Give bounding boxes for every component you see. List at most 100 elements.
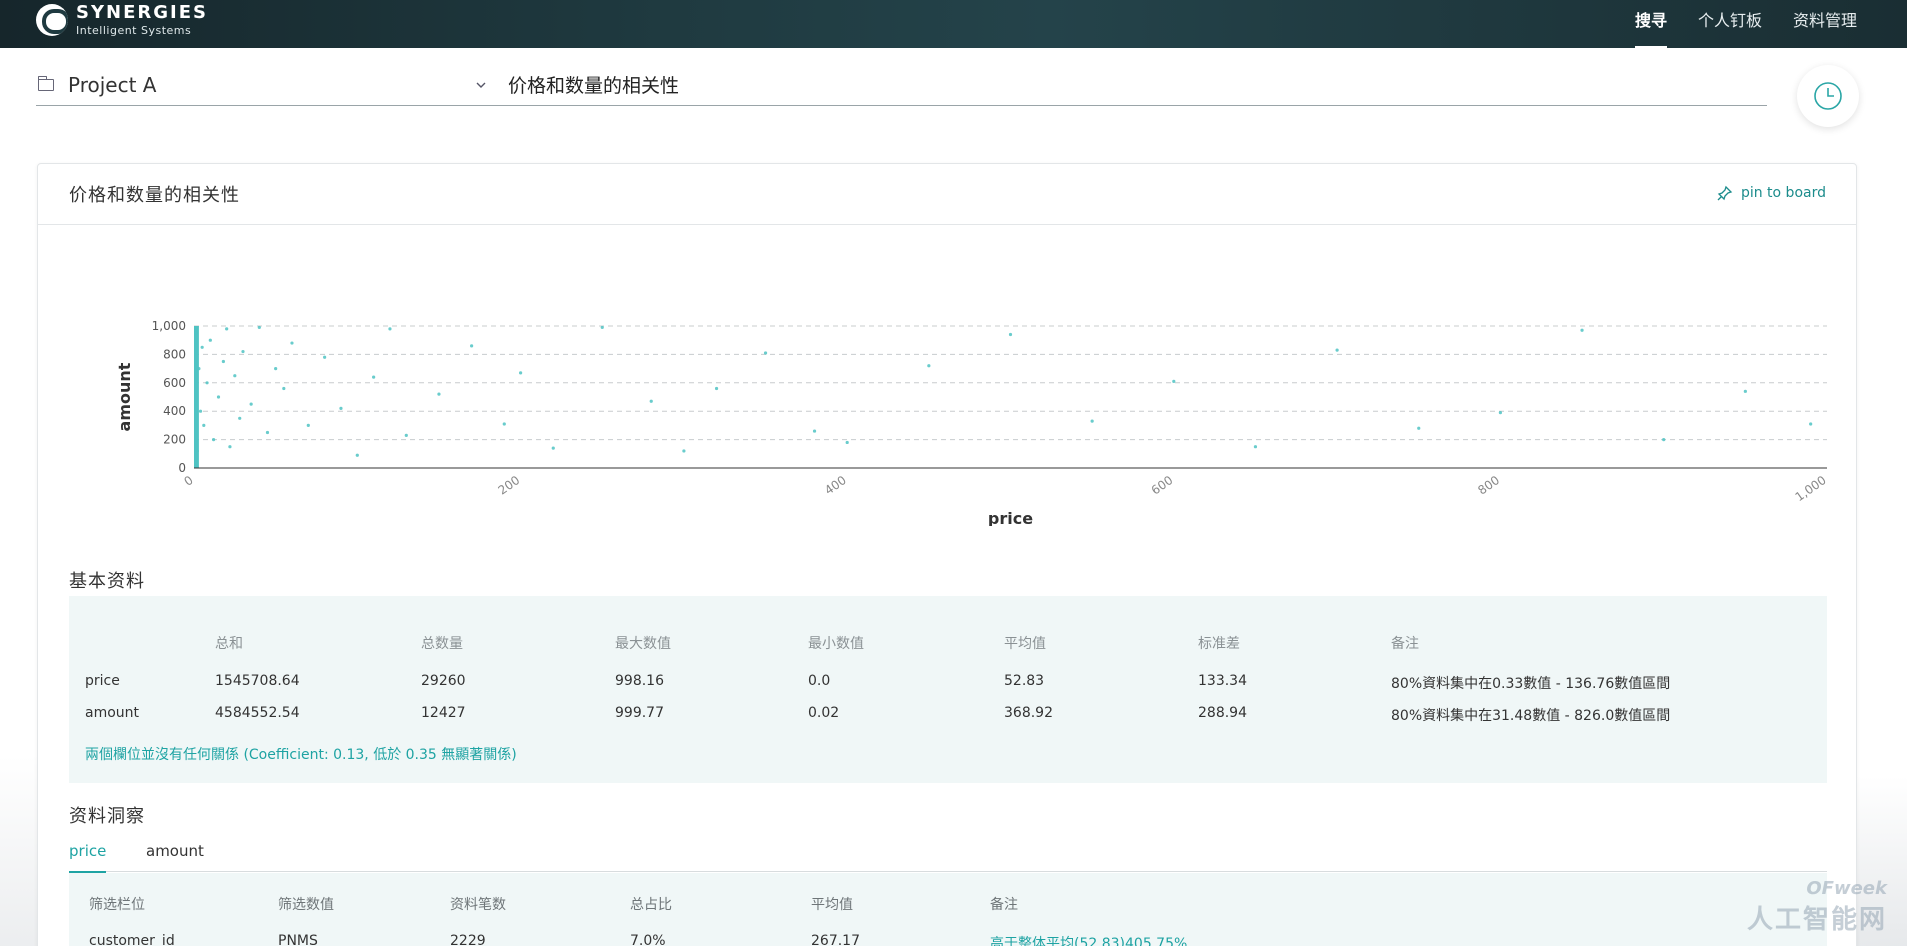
scatter-point bbox=[502, 422, 506, 426]
x-tick-label: 400 bbox=[822, 473, 849, 498]
scatter-point bbox=[1253, 445, 1258, 449]
x-axis-title: price bbox=[988, 509, 1033, 526]
cell-sum: 4584552.54 bbox=[215, 705, 300, 721]
scatter-point bbox=[649, 399, 653, 403]
tab-amount[interactable]: amount bbox=[146, 842, 204, 872]
scatter-point bbox=[1335, 348, 1339, 352]
cell-min: 0.02 bbox=[808, 705, 840, 721]
project-select[interactable]: Project A bbox=[68, 73, 468, 97]
scatter-point bbox=[211, 438, 216, 442]
brand-logo[interactable]: SYNERGIES Intelligent Systems bbox=[36, 4, 208, 36]
nav-menu: 搜寻 个人钉板 资料管理 bbox=[1604, 0, 1857, 48]
insight-header-field: 筛选栏位 bbox=[89, 897, 145, 913]
data-insight-title: 资料洞察 bbox=[69, 806, 145, 827]
stats-header-note: 备注 bbox=[1391, 636, 1419, 652]
cell-sum: 1545708.64 bbox=[215, 673, 300, 689]
insight-cell-note[interactable]: 高于整体平均(52.83)405.75% bbox=[990, 933, 1187, 946]
query-input[interactable]: 价格和数量的相关性 bbox=[508, 71, 679, 98]
scatter-point bbox=[238, 416, 242, 420]
scatter-point bbox=[355, 453, 359, 457]
scatter-point bbox=[600, 325, 604, 330]
scatter-point bbox=[257, 325, 261, 330]
insight-cell-records: 2229 bbox=[450, 933, 486, 946]
cell-count: 29260 bbox=[421, 673, 466, 689]
chevron-down-icon[interactable] bbox=[474, 78, 488, 92]
pin-label: pin to board bbox=[1740, 185, 1826, 201]
y-tick-label: 600 bbox=[163, 376, 186, 390]
stats-header-max: 最大数值 bbox=[615, 636, 671, 652]
scatter-point bbox=[195, 449, 199, 453]
nav-item-search[interactable]: 搜寻 bbox=[1634, 0, 1667, 48]
stats-header-count: 总数量 bbox=[421, 636, 463, 652]
scatter-point bbox=[1498, 411, 1502, 415]
tab-price[interactable]: price bbox=[69, 842, 107, 873]
history-button[interactable] bbox=[1797, 65, 1859, 127]
nav-item-data-management[interactable]: 资料管理 bbox=[1793, 0, 1857, 48]
cell-mean: 52.83 bbox=[1004, 673, 1045, 689]
scatter-point bbox=[202, 423, 206, 427]
scatter-point bbox=[290, 341, 294, 345]
scatter-point bbox=[927, 364, 931, 368]
scatter-point bbox=[388, 327, 392, 331]
scatter-point bbox=[339, 406, 343, 410]
scatter-point bbox=[1008, 332, 1013, 337]
insight-table: 筛选栏位 筛选数值 资料笔数 总占比 平均值 备注 customer_id PN… bbox=[69, 873, 1827, 946]
scatter-point bbox=[551, 446, 555, 450]
correlation-note: 兩個欄位並沒有任何關係 (Coefficient: 0.13, 低於 0.35 … bbox=[85, 747, 517, 763]
stats-header-row: 总和 总数量 最大数值 最小数值 平均值 标准差 备注 bbox=[69, 633, 1827, 653]
basic-stats-table: 总和 总数量 最大数值 最小数值 平均值 标准差 备注 price 154570… bbox=[69, 596, 1827, 783]
scatter-chart: 0 200 400 600 800 1,000 0 200 400 600 800 1,000 pric… bbox=[38, 226, 1858, 528]
table-row: amount 4584552.54 12427 999.77 0.02 368.… bbox=[69, 705, 1827, 725]
pin-icon bbox=[1717, 185, 1733, 201]
insight-cell-field: customer_id bbox=[89, 933, 175, 946]
stats-header-std: 标准差 bbox=[1198, 636, 1240, 652]
scatter-point bbox=[1743, 389, 1747, 393]
scatter-point bbox=[1090, 419, 1094, 423]
insight-cell-mean: 267.17 bbox=[811, 933, 860, 946]
insight-header-records: 资料笔数 bbox=[450, 897, 506, 913]
cell-count: 12427 bbox=[421, 705, 466, 721]
scatter-point bbox=[274, 367, 278, 371]
stats-header-min: 最小数值 bbox=[808, 636, 864, 652]
nav-item-personal-board[interactable]: 个人钉板 bbox=[1698, 0, 1762, 48]
x-tick-label: 800 bbox=[1475, 473, 1502, 498]
scatter-point bbox=[282, 386, 286, 391]
scatter-point bbox=[372, 375, 376, 379]
scatter-point bbox=[205, 381, 209, 385]
y-tick-label: 0 bbox=[178, 461, 186, 475]
watermark: OFweek 人工智能网 bbox=[1747, 878, 1887, 936]
cell-max: 999.77 bbox=[615, 705, 664, 721]
top-navigation: SYNERGIES Intelligent Systems 搜寻 个人钉板 资料… bbox=[0, 0, 1907, 48]
watermark-top: OFweek bbox=[1806, 878, 1887, 899]
scatter-point bbox=[519, 371, 523, 375]
scatter-point bbox=[845, 440, 849, 445]
cell-note: 80%資料集中在31.48數值 - 826.0數值區間 bbox=[1391, 708, 1671, 724]
pin-to-board-button[interactable]: pin to board bbox=[1717, 185, 1826, 201]
y-tick-label: 1,000 bbox=[152, 319, 186, 333]
x-tick-label: 200 bbox=[496, 473, 523, 498]
card-title: 价格和数量的相关性 bbox=[69, 185, 240, 206]
cell-min: 0.0 bbox=[808, 673, 831, 689]
brand-name: SYNERGIES bbox=[76, 2, 208, 23]
row-name: price bbox=[85, 673, 120, 689]
cell-std: 133.34 bbox=[1198, 673, 1247, 689]
stats-header-mean: 平均值 bbox=[1004, 636, 1046, 652]
scatter-point bbox=[1580, 328, 1584, 332]
synergies-logo-icon bbox=[36, 4, 68, 36]
scatter-point bbox=[306, 423, 310, 427]
result-card: 价格和数量的相关性 pin to board 0 200 400 600 800 1,00… bbox=[37, 163, 1857, 946]
insight-tabs: price amount bbox=[69, 836, 1827, 873]
stats-header-sum: 总和 bbox=[215, 636, 243, 652]
scatter-point bbox=[221, 359, 225, 364]
scatter-point bbox=[249, 402, 253, 406]
y-tick-label: 800 bbox=[163, 347, 186, 361]
scatter-point bbox=[241, 349, 245, 354]
scatter-chart-svg: 0 200 400 600 800 1,000 0 200 400 600 800 1,000 pric… bbox=[115, 319, 1829, 528]
scatter-point bbox=[194, 331, 198, 335]
cell-max: 998.16 bbox=[615, 673, 664, 689]
x-tick-label: 0 bbox=[181, 473, 195, 489]
scatter-point bbox=[1662, 438, 1666, 442]
scatter-point bbox=[208, 338, 212, 342]
y-tick-label: 200 bbox=[163, 433, 186, 447]
query-bar: Project A 价格和数量的相关性 bbox=[36, 64, 1767, 106]
